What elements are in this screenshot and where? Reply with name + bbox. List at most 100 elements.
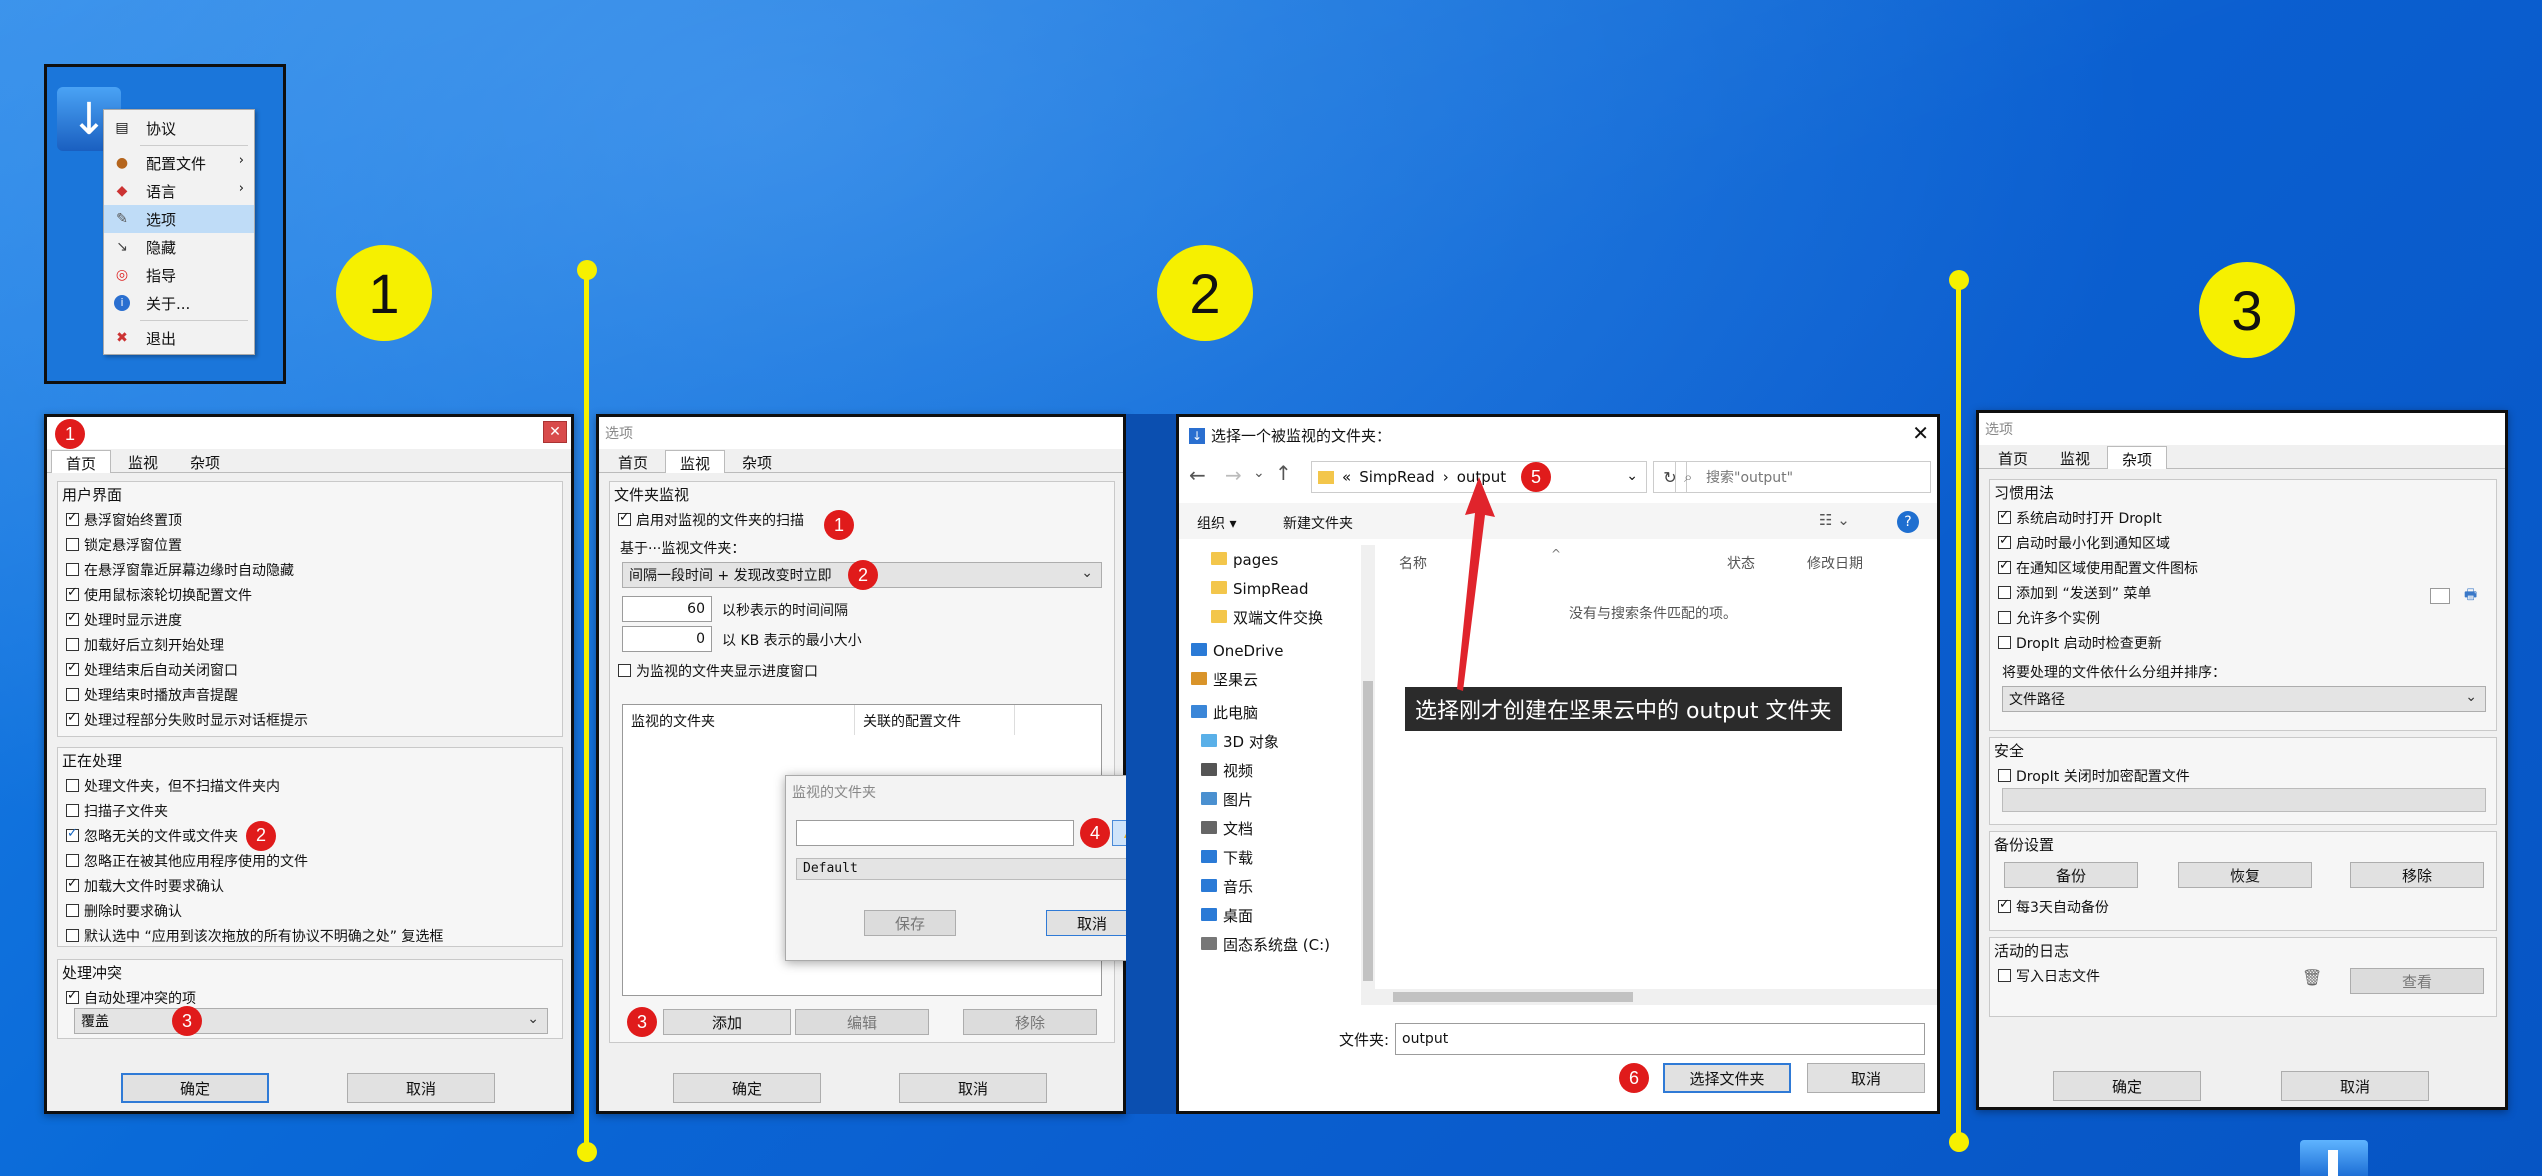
checkbox[interactable] xyxy=(66,779,79,792)
organize-button[interactable]: 组织 ▾ xyxy=(1197,513,1236,533)
cancel-button[interactable]: 取消 xyxy=(899,1073,1047,1103)
menu-item-profile[interactable]: ● 配置文件 › xyxy=(104,149,254,177)
checkbox[interactable] xyxy=(66,804,79,817)
checkbox-row[interactable]: 处理过程部分失败时显示对话框提示 xyxy=(58,707,562,732)
checkbox[interactable] xyxy=(66,688,79,701)
view-options-icon[interactable]: ☷ ⌄ xyxy=(1819,511,1850,529)
checkbox-row[interactable]: 忽略正在被其他应用程序使用的文件 xyxy=(58,848,562,873)
tab-home[interactable]: 首页 xyxy=(51,450,112,473)
tab-home[interactable]: 首页 xyxy=(1983,445,2043,468)
sub-cancel-button[interactable]: 取消 xyxy=(1046,910,1138,936)
close-icon[interactable]: ✕ xyxy=(1912,421,1929,445)
menu-item-about[interactable]: i 关于... xyxy=(104,289,254,317)
checkbox-row[interactable]: 锁定悬浮窗位置 xyxy=(58,532,562,557)
nav-item[interactable]: pages xyxy=(1179,545,1363,574)
checkbox[interactable] xyxy=(1998,769,2011,782)
taskbar-dropit-icon[interactable] xyxy=(2300,1140,2368,1176)
restore-button[interactable]: 恢复 xyxy=(2178,862,2312,888)
checkbox[interactable] xyxy=(66,610,79,626)
explorer-cancel-button[interactable]: 取消 xyxy=(1807,1063,1925,1093)
checkbox[interactable] xyxy=(66,988,79,1004)
checkbox[interactable] xyxy=(66,854,79,867)
forward-icon[interactable]: → xyxy=(1225,463,1242,487)
scrollbar-thumb[interactable] xyxy=(1393,992,1633,1002)
checkbox-row[interactable]: 在通知区域使用配置文件图标 xyxy=(1990,555,2496,580)
checkbox[interactable] xyxy=(66,563,79,576)
back-icon[interactable]: ← xyxy=(1189,463,1206,487)
cancel-button[interactable]: 取消 xyxy=(2281,1071,2429,1101)
checkbox-row[interactable]: 忽略无关的文件或文件夹2 xyxy=(58,820,562,851)
checkbox-row[interactable]: 添加到 “发送到” 菜单 xyxy=(1990,580,2496,605)
nav-item[interactable]: 桌面 xyxy=(1179,901,1363,930)
remove-backup-button[interactable]: 移除 xyxy=(2350,862,2484,888)
up-icon[interactable]: ↑ xyxy=(1275,461,1292,485)
nav-item[interactable]: 3D 对象 xyxy=(1179,727,1363,756)
show-progress-checkbox[interactable]: 为监视的文件夹显示进度窗口 xyxy=(610,658,818,683)
checkbox-row[interactable]: 系统启动时打开 DropIt xyxy=(1990,505,2496,530)
checkbox-row[interactable]: 使用鼠标滚轮切换配置文件 xyxy=(58,582,562,607)
nav-item[interactable]: 固态系统盘 (C:) xyxy=(1179,930,1363,959)
checkbox-row[interactable]: DropIt 启动时检查更新 xyxy=(1990,630,2496,655)
search-input[interactable]: ⌕ 搜索"output" xyxy=(1675,461,1931,493)
folder-name-input[interactable]: output xyxy=(1395,1023,1925,1055)
add-button[interactable]: 添加 xyxy=(663,1009,791,1035)
checkbox[interactable] xyxy=(66,929,79,942)
checkbox[interactable] xyxy=(66,826,79,842)
tab-monitor[interactable]: 监视 xyxy=(665,450,726,473)
new-folder-button[interactable]: 新建文件夹 xyxy=(1283,513,1353,533)
checkbox[interactable] xyxy=(66,638,79,651)
nav-item[interactable]: 视频 xyxy=(1179,756,1363,785)
checkbox-row[interactable]: 启动时最小化到通知区域 xyxy=(1990,530,2496,555)
checkbox[interactable] xyxy=(66,876,79,892)
nav-item[interactable]: 坚果云 xyxy=(1179,665,1363,694)
save-button[interactable]: 保存 xyxy=(864,910,956,936)
checkbox[interactable] xyxy=(66,660,79,676)
group-by-select[interactable]: 文件路径 ⌄ xyxy=(2002,686,2486,712)
checkbox-row[interactable]: 处理结束后自动关闭窗口 xyxy=(58,657,562,682)
auto-backup-checkbox[interactable]: 每3天自动备份 xyxy=(1990,894,2109,919)
encrypt-checkbox[interactable]: DropIt 关闭时加密配置文件 xyxy=(1990,763,2496,788)
nav-item[interactable]: OneDrive xyxy=(1179,636,1363,665)
conflict-action-select[interactable]: 覆盖 ⌄ xyxy=(74,1008,548,1034)
nav-item[interactable]: 双端文件交换 xyxy=(1179,603,1363,632)
checkbox[interactable] xyxy=(1998,558,2011,574)
tab-monitor[interactable]: 监视 xyxy=(113,449,173,472)
nav-item[interactable]: 图片 xyxy=(1179,785,1363,814)
tab-misc[interactable]: 杂项 xyxy=(175,449,235,472)
menu-item-options[interactable]: ✎ 选项 xyxy=(104,205,254,233)
ok-button[interactable]: 确定 xyxy=(673,1073,821,1103)
scrollbar-thumb[interactable] xyxy=(1363,681,1373,981)
nav-scrollbar[interactable] xyxy=(1361,545,1375,1005)
tab-misc[interactable]: 杂项 xyxy=(727,449,787,472)
checkbox-row[interactable]: 加载大文件时要求确认 xyxy=(58,873,562,898)
checkbox[interactable] xyxy=(618,510,631,526)
checkbox-row[interactable]: 处理时显示进度 xyxy=(58,607,562,632)
close-icon[interactable]: ✕ xyxy=(543,421,567,443)
cancel-button[interactable]: 取消 xyxy=(347,1073,495,1103)
backup-button[interactable]: 备份 xyxy=(2004,862,2138,888)
tab-home[interactable]: 首页 xyxy=(603,449,663,472)
enable-monitor-checkbox[interactable]: 启用对监视的文件夹的扫描 xyxy=(610,507,1114,532)
tab-monitor[interactable]: 监视 xyxy=(2045,445,2105,468)
interval-input[interactable]: 60 xyxy=(622,596,712,622)
folder-path-input[interactable] xyxy=(796,820,1074,846)
checkbox[interactable] xyxy=(66,710,79,726)
checkbox-row[interactable]: 加载好后立刻开始处理 xyxy=(58,632,562,657)
crumb-simpread[interactable]: SimpRead xyxy=(1359,468,1435,486)
checkbox-row[interactable]: 默认选中 “应用到该次拖放的所有协议不明确之处” 复选框 xyxy=(58,923,562,948)
horizontal-scrollbar[interactable] xyxy=(1375,989,1937,1005)
column-header-date[interactable]: 修改日期 xyxy=(1807,553,1863,573)
checkbox[interactable] xyxy=(1998,969,2011,982)
checkbox[interactable] xyxy=(66,538,79,551)
nav-item[interactable]: 此电脑 xyxy=(1179,698,1363,727)
checkbox-row[interactable]: 悬浮窗始终置顶 xyxy=(58,507,562,532)
checkbox[interactable] xyxy=(66,510,79,526)
column-header-status[interactable]: 状态 xyxy=(1727,553,1755,573)
column-header-profile[interactable]: 关联的配置文件 xyxy=(855,705,1015,735)
checkbox[interactable] xyxy=(1998,897,2011,913)
menu-item-hide[interactable]: ↘ 隐藏 xyxy=(104,233,254,261)
checkbox[interactable] xyxy=(66,585,79,601)
checkbox-row[interactable]: 在悬浮窗靠近屏幕边缘时自动隐藏 xyxy=(58,557,562,582)
edit-button[interactable]: 编辑 xyxy=(795,1009,929,1035)
checkbox[interactable] xyxy=(1998,611,2011,624)
